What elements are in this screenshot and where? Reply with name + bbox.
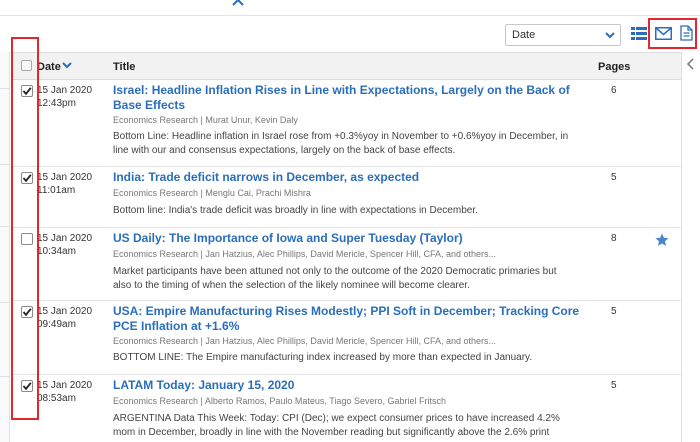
report-title-link[interactable]: India: Trade deficit narrows in December… — [113, 170, 583, 185]
email-icon[interactable] — [655, 27, 672, 40]
page-count: 6 — [611, 85, 617, 96]
report-summary: Market participants have been attuned no… — [113, 266, 557, 291]
table-row: 15 Jan 2020 08:53am LATAM Today: January… — [11, 375, 681, 442]
sort-by-select[interactable]: Date — [505, 24, 621, 46]
row-date: 15 Jan 2020 12:43pm — [37, 84, 92, 110]
report-meta: Economics Research | Jan Hatzius, Alec P… — [113, 249, 496, 259]
checkmark-icon — [22, 382, 32, 391]
report-title-link[interactable]: USA: Empire Manufacturing Rises Modestly… — [113, 304, 583, 334]
collapse-up-icon[interactable] — [230, 0, 246, 10]
row-date: 15 Jan 2020 10:34am — [37, 232, 92, 258]
right-panel-toggle[interactable] — [681, 52, 700, 442]
table-row: 15 Jan 2020 09:49am USA: Empire Manufact… — [11, 301, 681, 375]
row-date-time: 09:49am — [37, 319, 76, 330]
results-toolbar: Date — [0, 17, 700, 51]
page-count: 5 — [611, 380, 617, 391]
row-date-time: 10:34am — [37, 246, 76, 257]
row-date: 15 Jan 2020 08:53am — [37, 379, 92, 405]
favorite-star-icon[interactable] — [655, 233, 669, 247]
row-date-day: 15 Jan 2020 — [37, 380, 93, 391]
checkmark-icon — [22, 308, 32, 317]
report-meta: Economics Research | Alberto Ramos, Paul… — [113, 396, 446, 406]
row-date: 15 Jan 2020 09:49am — [37, 305, 92, 331]
page-count: 8 — [611, 233, 617, 244]
chevron-down-icon — [605, 32, 615, 39]
select-all-checkbox[interactable] — [21, 60, 32, 71]
report-meta: Economics Research | Murat Unur, Kevin D… — [113, 115, 298, 125]
row-checkbox[interactable] — [21, 306, 33, 318]
sort-descending-icon[interactable] — [61, 59, 73, 71]
row-date-time: 11:01am — [37, 185, 76, 196]
document-icon[interactable] — [680, 25, 693, 41]
report-meta: Economics Research | Menglu Cai, Prachi … — [113, 188, 311, 198]
row-checkbox[interactable] — [21, 172, 33, 184]
page-count: 5 — [611, 172, 617, 183]
row-date-day: 15 Jan 2020 — [37, 306, 93, 317]
row-checkbox[interactable] — [21, 380, 33, 392]
report-summary: BOTTOM LINE: The Empire manufacturing in… — [113, 352, 533, 363]
report-title-link[interactable]: Israel: Headline Inflation Rises in Line… — [113, 83, 583, 113]
checkmark-icon — [22, 174, 32, 183]
report-summary: Bottom Line: Headline inflation in Israe… — [113, 131, 569, 156]
date-column-header[interactable]: Date — [37, 61, 61, 73]
table-row: 15 Jan 2020 11:01am India: Trade deficit… — [11, 167, 681, 228]
table-row: 15 Jan 2020 10:34am US Daily: The Import… — [11, 228, 681, 301]
row-date: 15 Jan 2020 11:01am — [37, 171, 92, 197]
sort-by-value: Date — [512, 29, 536, 41]
row-date-day: 15 Jan 2020 — [37, 172, 93, 183]
report-summary: ARGENTINA Data This Week: Today: CPI (De… — [113, 413, 560, 438]
title-column-header: Title — [113, 61, 136, 73]
row-checkbox[interactable] — [21, 85, 33, 97]
report-title-link[interactable]: US Daily: The Importance of Iowa and Sup… — [113, 231, 583, 246]
table-header: Date Title Pages — [11, 52, 681, 80]
report-summary: Bottom line: India's trade deficit was b… — [113, 205, 478, 216]
top-collapse-bar — [0, 0, 700, 16]
row-date-day: 15 Jan 2020 — [37, 233, 93, 244]
page-count: 5 — [611, 306, 617, 317]
row-checkbox[interactable] — [21, 233, 33, 245]
checkmark-icon — [22, 87, 32, 96]
chevron-left-icon[interactable] — [686, 58, 696, 70]
report-title-link[interactable]: LATAM Today: January 15, 2020 — [113, 378, 583, 393]
left-gutter — [0, 52, 10, 442]
row-date-time: 08:53am — [37, 393, 76, 404]
report-meta: Economics Research | Jan Hatzius, Alec P… — [113, 336, 496, 346]
table-row: 15 Jan 2020 12:43pm Israel: Headline Inf… — [11, 80, 681, 167]
list-view-icon[interactable] — [631, 27, 647, 41]
row-date-time: 12:43pm — [37, 98, 76, 109]
row-date-day: 15 Jan 2020 — [37, 85, 93, 96]
pages-column-header: Pages — [598, 61, 631, 73]
